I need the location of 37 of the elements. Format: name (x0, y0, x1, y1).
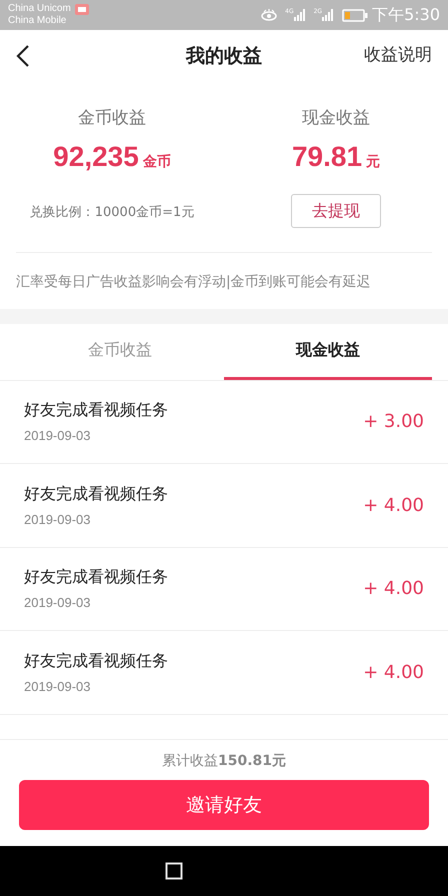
tab[interactable]: 现金收益 (224, 324, 432, 380)
unit-label: 金币 (142, 152, 171, 172)
record-date: 2019-09-03 (24, 678, 92, 696)
total-earnings-text: 累计收益150.81元 (162, 752, 286, 771)
invite-button[interactable]: 邀请好友 (19, 780, 429, 830)
record-title: 好友完成看视频任务 (24, 399, 169, 421)
carrier-name: China Mobile (8, 15, 68, 27)
notice-text: 汇率受每日广告收益影响会有浮动|金币到账可能会有延迟 (16, 274, 371, 290)
record-amount: + 4.00 (363, 494, 424, 518)
exchange-rate-text: 兑换比例：10000金币=1元 (30, 204, 194, 220)
sim-icon (74, 4, 89, 15)
summary-label: 现金收益 (302, 107, 370, 130)
record-amount: + 3.00 (363, 410, 424, 434)
record-title: 好友完成看视频任务 (24, 566, 169, 588)
record-amount: + 4.00 (363, 660, 424, 685)
summary-amount: 79.81 (292, 140, 362, 174)
eye-icon (261, 9, 278, 21)
record-date: 2019-09-03 (24, 427, 92, 445)
summary-amount: 92,235 (53, 140, 139, 174)
record-date: 2019-09-03 (24, 510, 92, 528)
summary-label: 金币收益 (78, 107, 146, 130)
record-title: 好友完成看视频任务 (24, 650, 169, 672)
signal-icon (294, 9, 306, 21)
recent-apps-icon[interactable] (165, 862, 183, 880)
record-date: 2019-09-03 (24, 594, 92, 612)
withdraw-button[interactable]: 去提现 (291, 194, 381, 228)
carrier-name: China Unicom (8, 3, 71, 15)
unit-label: 元 (366, 152, 380, 172)
info-link[interactable]: 收益说明 (364, 43, 432, 69)
tab[interactable]: 金币收益 (16, 324, 224, 380)
status-time: 下午5:30 (372, 4, 440, 26)
record-title: 好友完成看视频任务 (24, 482, 169, 504)
page-title: 我的收益 (186, 44, 262, 69)
battery-icon (342, 8, 368, 22)
signal-icon (322, 9, 334, 21)
record-amount: + 4.00 (363, 577, 424, 602)
back-icon[interactable] (16, 44, 30, 68)
